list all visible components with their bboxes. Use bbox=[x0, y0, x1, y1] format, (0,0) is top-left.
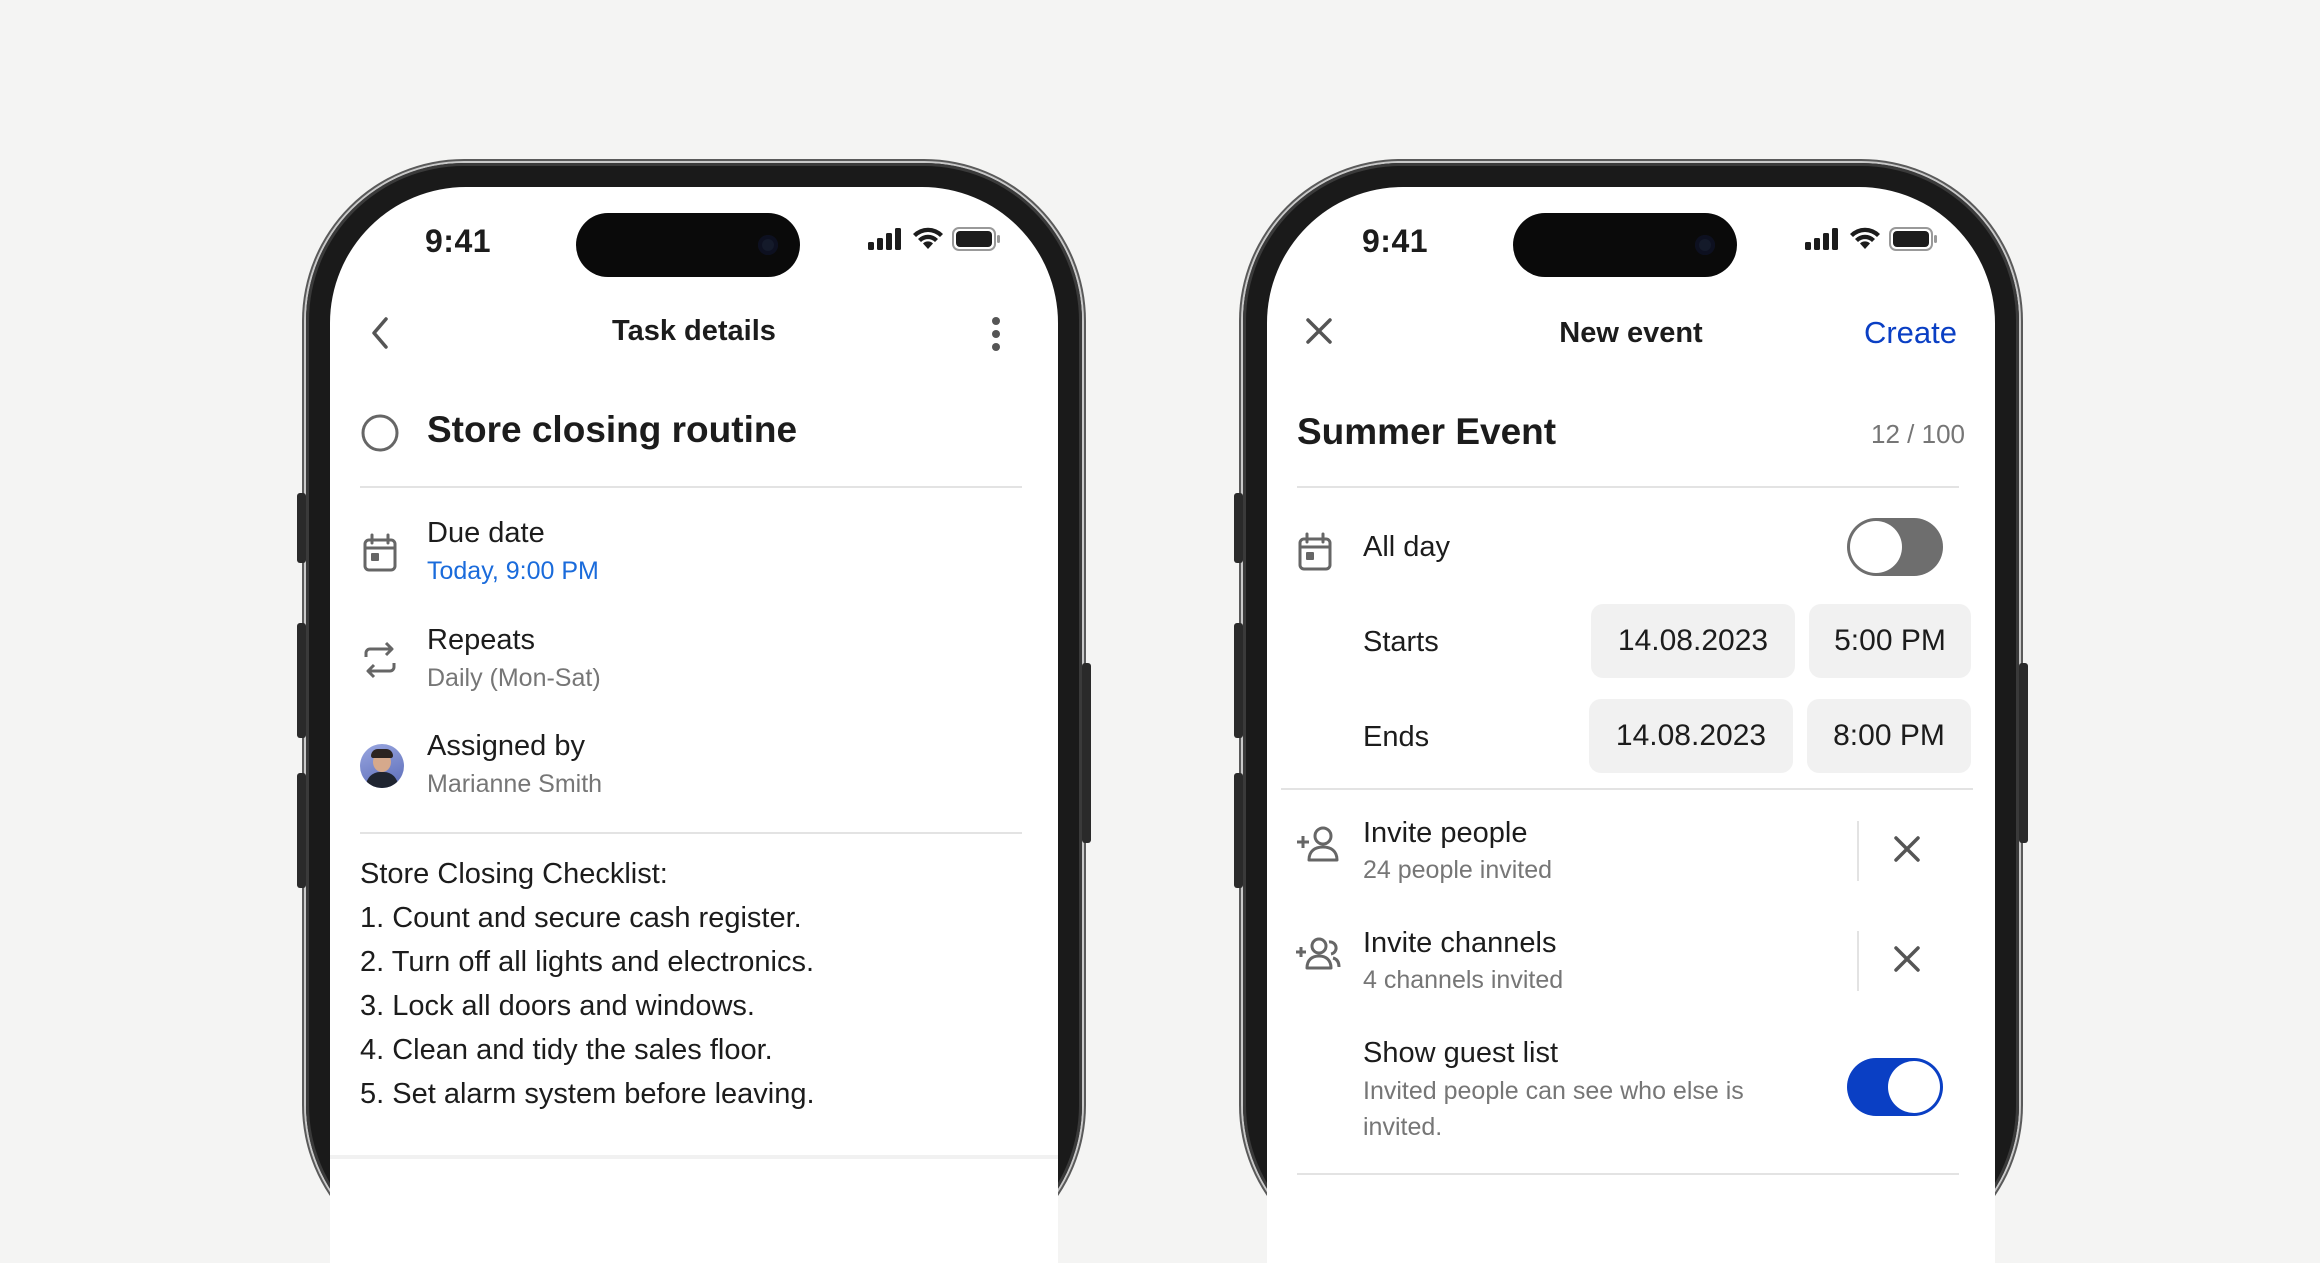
ends-label: Ends bbox=[1363, 721, 1430, 753]
phone-right: 9:41 New event Create Summer Event 12 / … bbox=[1234, 163, 2028, 1263]
notes-line: 4. Clean and tidy the sales floor. bbox=[360, 1034, 773, 1066]
battery-icon bbox=[1889, 227, 1937, 251]
start-date-picker[interactable]: 14.08.2023 bbox=[1591, 604, 1795, 678]
page-title: Task details bbox=[612, 315, 776, 347]
signal-icon bbox=[868, 228, 901, 250]
repeats-label: Repeats bbox=[427, 624, 536, 656]
all-day-label: All day bbox=[1363, 531, 1451, 563]
wifi-icon bbox=[913, 227, 943, 249]
divider bbox=[1857, 931, 1859, 991]
phone-left: 9:41 Task details Store closing routine … bbox=[297, 163, 1091, 1263]
divider bbox=[1281, 788, 1973, 790]
status-time: 9:41 bbox=[425, 223, 492, 259]
repeats-value: Daily (Mon-Sat) bbox=[427, 664, 601, 692]
repeat-icon bbox=[362, 641, 398, 679]
add-person-icon bbox=[1295, 824, 1341, 864]
end-time-picker[interactable]: 8:00 PM bbox=[1807, 699, 1971, 773]
dynamic-island bbox=[1513, 213, 1737, 277]
assigned-by-label: Assigned by bbox=[427, 730, 585, 762]
start-time-picker[interactable]: 5:00 PM bbox=[1809, 604, 1971, 678]
screen-task-details: 9:41 Task details Store closing routine … bbox=[330, 187, 1058, 1263]
all-day-toggle[interactable] bbox=[1847, 518, 1943, 576]
task-title: Store closing routine bbox=[427, 409, 798, 450]
volume-up-button bbox=[1234, 623, 1243, 738]
event-name-input[interactable]: Summer Event bbox=[1297, 411, 1556, 453]
screen-new-event: 9:41 New event Create Summer Event 12 / … bbox=[1267, 187, 1995, 1263]
volume-down-button bbox=[1234, 773, 1243, 888]
invite-people-label[interactable]: Invite people bbox=[1363, 817, 1527, 850]
remove-people-close-icon[interactable] bbox=[1891, 833, 1923, 865]
volume-up-button bbox=[297, 623, 306, 738]
show-guest-list-sub-2: invited. bbox=[1363, 1113, 1443, 1141]
volume-down-button bbox=[297, 773, 306, 888]
notes-line: 2. Turn off all lights and electronics. bbox=[360, 946, 815, 978]
signal-icon bbox=[1805, 228, 1838, 250]
notes-line: Store Closing Checklist: bbox=[360, 858, 668, 890]
create-button[interactable]: Create bbox=[1864, 315, 1957, 351]
notes-line: 5. Set alarm system before leaving. bbox=[360, 1078, 815, 1110]
side-button bbox=[1234, 493, 1243, 563]
due-date-value[interactable]: Today, 9:00 PM bbox=[427, 557, 599, 586]
calendar-icon bbox=[362, 533, 398, 573]
status-icons bbox=[1805, 227, 1939, 251]
divider bbox=[1297, 486, 1959, 488]
calendar-icon bbox=[1297, 532, 1333, 572]
battery-icon bbox=[952, 227, 1000, 251]
show-guest-list-toggle[interactable] bbox=[1847, 1058, 1943, 1116]
remove-channels-close-icon[interactable] bbox=[1891, 943, 1923, 975]
task-notes: Store Closing Checklist: 1. Count and se… bbox=[360, 852, 815, 1116]
task-complete-checkbox[interactable] bbox=[360, 413, 400, 453]
more-options-icon[interactable] bbox=[990, 315, 1002, 353]
invite-channels-sub: 4 channels invited bbox=[1363, 966, 1564, 994]
divider bbox=[360, 832, 1022, 834]
show-guest-list-sub: Invited people can see who else is bbox=[1363, 1077, 1744, 1105]
divider bbox=[330, 1155, 1058, 1159]
assigned-by-value: Marianne Smith bbox=[427, 770, 603, 798]
end-date-picker[interactable]: 14.08.2023 bbox=[1589, 699, 1793, 773]
add-group-icon bbox=[1295, 934, 1341, 974]
notes-line: 3. Lock all doors and windows. bbox=[360, 990, 755, 1022]
dynamic-island bbox=[576, 213, 800, 277]
wifi-icon bbox=[1850, 227, 1880, 249]
character-counter: 12 / 100 bbox=[1871, 419, 1965, 449]
power-button bbox=[2019, 663, 2028, 843]
divider bbox=[1297, 1173, 1959, 1175]
divider bbox=[1857, 821, 1859, 881]
notes-line: 1. Count and secure cash register. bbox=[360, 902, 802, 934]
status-time: 9:41 bbox=[1362, 223, 1429, 259]
side-button bbox=[297, 493, 306, 563]
due-date-label: Due date bbox=[427, 517, 545, 549]
invite-people-sub: 24 people invited bbox=[1363, 856, 1553, 884]
invite-channels-label[interactable]: Invite channels bbox=[1363, 927, 1556, 960]
avatar bbox=[360, 744, 404, 788]
divider bbox=[360, 486, 1022, 488]
status-icons bbox=[868, 227, 1002, 251]
starts-label: Starts bbox=[1363, 626, 1439, 658]
show-guest-list-label: Show guest list bbox=[1363, 1037, 1559, 1069]
power-button bbox=[1082, 663, 1091, 843]
